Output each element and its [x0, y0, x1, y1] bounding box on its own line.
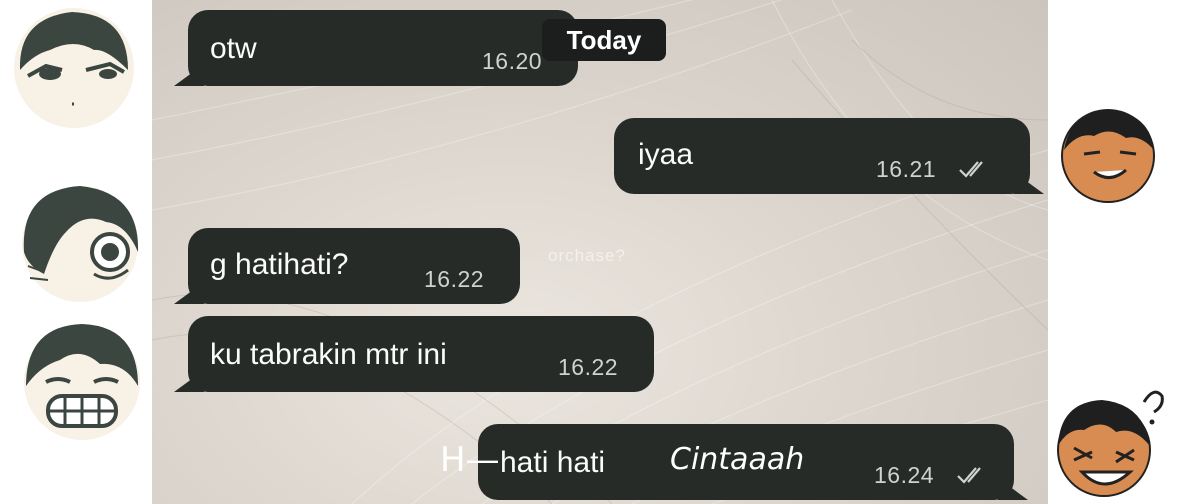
message-bubble-incoming[interactable]: otw 16.20	[188, 10, 578, 86]
message-text: iyaa	[638, 138, 694, 171]
message-time: 16.22	[424, 266, 485, 292]
message-text: g hatihati?	[210, 248, 349, 281]
handwritten-annotation: H—	[440, 440, 500, 480]
message-time: 16.20	[482, 48, 543, 74]
message-text: ku tabrakin mtr ini	[210, 338, 447, 371]
message-text: hati hati	[500, 446, 606, 479]
double-check-icon	[957, 467, 981, 484]
avatar-outgoing-1	[1061, 109, 1155, 203]
message-bubble-outgoing[interactable]: hati hati Cintaaah 16.24	[478, 424, 1014, 500]
watermark: orchase?	[548, 246, 626, 265]
avatar-outgoing-2	[1057, 390, 1164, 497]
handwritten-annotation: Cintaaah	[670, 442, 805, 477]
double-check-icon	[959, 161, 983, 178]
date-divider: Today	[542, 19, 666, 61]
avatar-incoming-3	[24, 324, 140, 440]
avatar-incoming-2	[22, 186, 139, 302]
message-time: 16.22	[558, 354, 619, 380]
avatar-incoming-1	[14, 8, 134, 128]
message-time: 16.21	[876, 156, 937, 182]
message-bubble-outgoing[interactable]: iyaa 16.21	[614, 118, 1030, 194]
message-time: 16.24	[874, 462, 935, 488]
message-bubble-incoming[interactable]: g hatihati? 16.22	[188, 228, 520, 304]
message-bubble-incoming[interactable]: ku tabrakin mtr ini 16.22	[188, 316, 654, 392]
message-text: otw	[210, 32, 257, 65]
